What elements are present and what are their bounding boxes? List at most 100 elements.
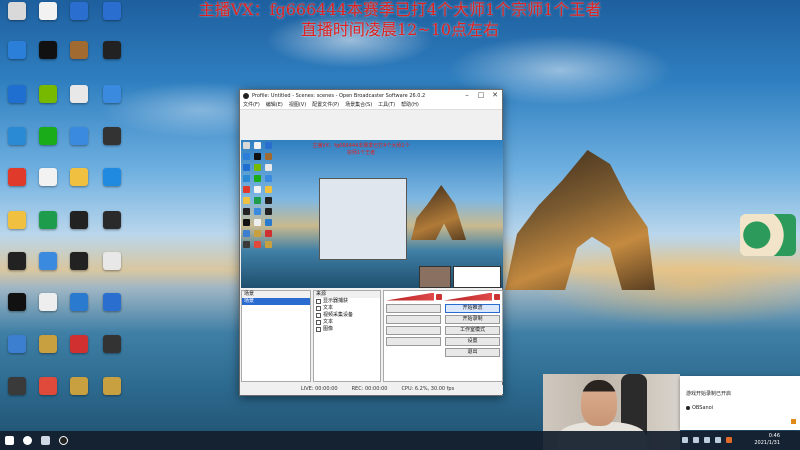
desktop-icon[interactable] [62,335,96,371]
preview-webcam [419,266,451,288]
desktop-icon[interactable] [62,85,96,121]
visibility-checkbox[interactable] [316,313,321,318]
desktop-icon[interactable] [95,2,129,38]
menu-profile[interactable]: 配置文件(P) [312,101,339,109]
desktop-icon[interactable] [62,41,96,77]
desktop-icon[interactable] [62,127,96,163]
clock-time: 0:46 [768,433,780,439]
settings-button[interactable]: 设置 [445,337,500,346]
visibility-checkbox[interactable] [316,327,321,332]
desktop-icon[interactable] [31,168,65,204]
preview-nested-obs [319,178,407,260]
desktop-icon[interactable] [0,85,34,121]
desktop-icon[interactable] [0,127,34,163]
desktop-icon[interactable] [0,335,34,371]
desktop-icon[interactable] [31,127,65,163]
rec-status: REC: 00:00:00 [351,386,388,392]
desktop-icon[interactable] [31,252,65,288]
desktop-icon[interactable] [31,293,65,329]
network-icon[interactable] [704,437,710,443]
visibility-checkbox[interactable] [316,320,321,325]
desktop-icon[interactable] [62,2,96,38]
source-item[interactable]: 显示器捕获 [314,298,380,305]
start-recording-button[interactable]: 开始录制 [445,315,500,324]
studio-mode-button[interactable]: 工作室模式 [445,326,500,335]
desktop-icon[interactable] [62,377,96,413]
task-view-icon[interactable] [36,431,54,450]
preview-mini-icon [254,197,261,204]
desktop-icon[interactable] [62,211,96,247]
menu-help[interactable]: 帮助(H) [401,101,419,109]
desktop-icon[interactable] [31,85,65,121]
preview-mini-icon [265,241,272,248]
obs-title-bar[interactable]: Profile: Untitled - Scenes: scenes - Ope… [240,90,502,101]
app-icon [8,127,26,145]
app-icon [39,41,57,59]
desktop-icon[interactable] [0,168,34,204]
volume-icon[interactable] [715,437,721,443]
obs-window[interactable]: Profile: Untitled - Scenes: scenes - Ope… [239,89,503,396]
obs-preview[interactable]: 主播VX：fg666444本赛季已打4个大师1个宗师1个王者 [241,140,503,288]
desktop-icon[interactable] [62,252,96,288]
app-icon [39,85,57,103]
desktop-icon[interactable] [31,335,65,371]
start-streaming-button[interactable]: 开始推流 [445,304,500,313]
mic-icon[interactable] [436,293,442,300]
desktop-icon[interactable] [0,377,34,413]
desktop-icon[interactable] [95,293,129,329]
desktop-icon[interactable] [95,335,129,371]
clock[interactable]: 0:46 2021/1/31 [754,433,780,447]
scene-item[interactable]: 场景 [242,298,310,305]
minimize-icon[interactable]: – [460,90,474,101]
desktop-icon[interactable] [0,2,34,38]
desktop-icon[interactable] [0,252,34,288]
input-method-icon[interactable] [726,437,732,443]
desktop-icon[interactable] [0,41,34,77]
desktop-icon[interactable] [31,377,65,413]
tray-icon[interactable] [693,437,699,443]
close-icon[interactable]: ✕ [488,90,502,101]
source-item[interactable]: 文本 [314,305,380,312]
desktop-icon[interactable] [95,85,129,121]
menu-scene-collection[interactable]: 场景集合(S) [345,101,372,109]
desktop-icon[interactable] [95,211,129,247]
obs-taskbar-icon[interactable] [54,431,72,450]
control-button[interactable] [386,337,441,346]
speaker-icon[interactable] [494,293,500,300]
desktop-icon[interactable] [31,211,65,247]
control-button[interactable] [386,315,441,324]
desktop-icon[interactable] [62,293,96,329]
preview-mini-icon [243,208,250,215]
desktop-icon[interactable] [62,168,96,204]
start-button[interactable] [0,431,18,450]
control-button[interactable] [386,304,441,313]
desktop-icon[interactable] [95,252,129,288]
search-icon[interactable] [18,431,36,450]
visibility-checkbox[interactable] [316,299,321,304]
desktop-icon[interactable] [95,41,129,77]
desktop-icon[interactable] [95,377,129,413]
source-item[interactable]: 文本 [314,319,380,326]
menu-view[interactable]: 视图(V) [289,101,306,109]
preview-mini-icon [243,219,250,226]
menu-edit[interactable]: 编辑(E) [266,101,283,109]
source-item[interactable]: 视频采集设备 [314,312,380,319]
notification-toast[interactable]: 游戏开始录制已开启 OBSanoi [680,376,800,430]
maximize-icon[interactable]: □ [474,90,488,101]
volume-meter[interactable] [386,292,435,301]
control-button[interactable] [386,326,441,335]
desktop-icon[interactable] [31,41,65,77]
app-icon [8,211,26,229]
desktop-icon[interactable] [0,211,34,247]
desktop-icon[interactable] [31,2,65,38]
menu-tools[interactable]: 工具(T) [378,101,395,109]
exit-button[interactable]: 退出 [445,348,500,357]
visibility-checkbox[interactable] [316,306,321,311]
source-item[interactable]: 图像 [314,326,380,333]
desktop-icon[interactable] [0,293,34,329]
tray-icon[interactable] [682,437,688,443]
desktop-icon[interactable] [95,168,129,204]
menu-file[interactable]: 文件(F) [243,101,260,109]
volume-meter[interactable] [444,292,493,301]
desktop-icon[interactable] [95,127,129,163]
